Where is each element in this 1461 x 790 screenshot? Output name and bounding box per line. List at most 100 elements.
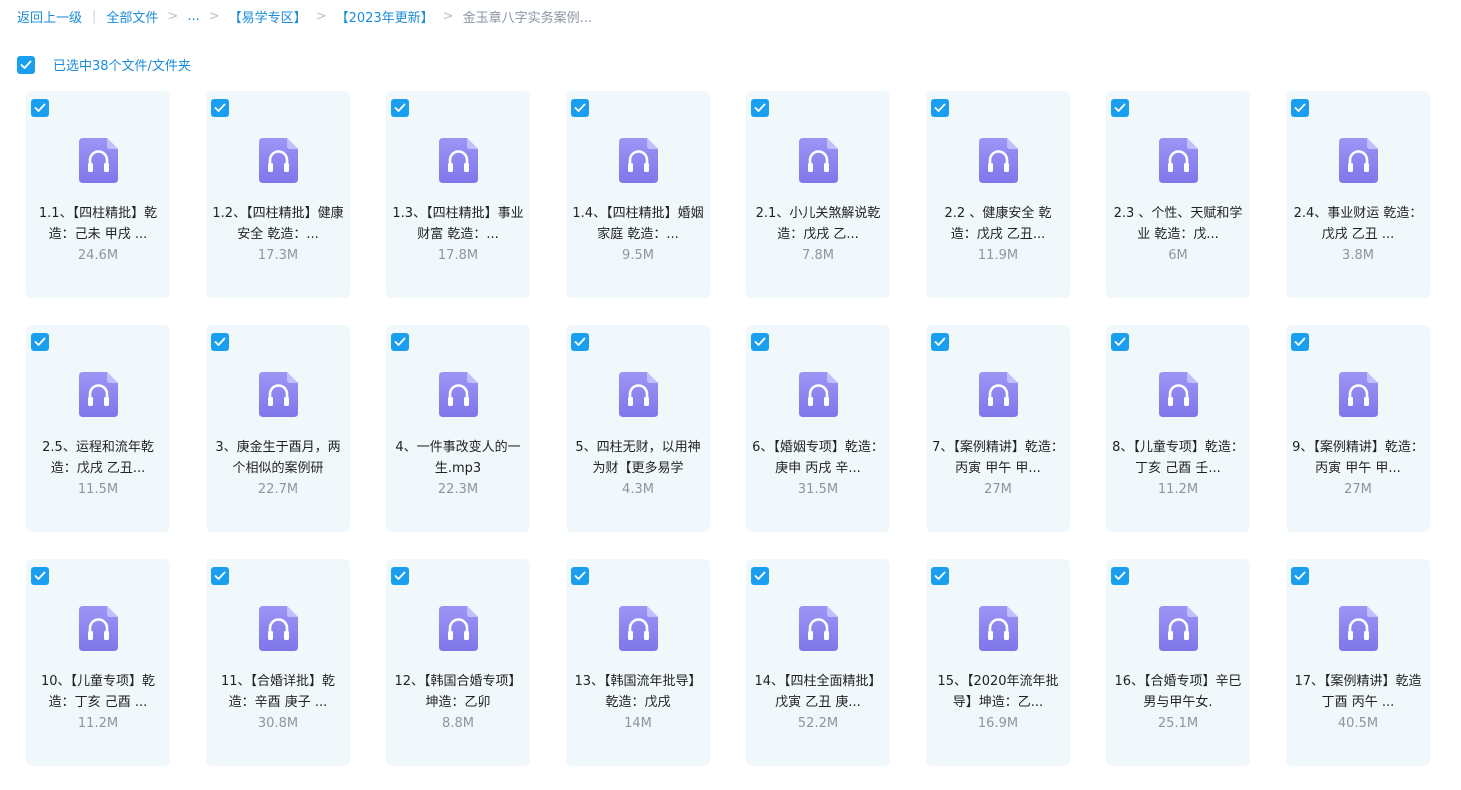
- audio-file-icon: [1339, 138, 1378, 183]
- file-checkbox[interactable]: [1291, 567, 1309, 585]
- file-name: 7、【案例精讲】乾造：丙寅 甲午 甲...: [932, 440, 1064, 476]
- audio-file-icon: [259, 372, 298, 417]
- audio-file-icon: [259, 606, 298, 651]
- file-card[interactable]: 2.3 、个性、天赋和学业 乾造：戊... 6M: [1106, 91, 1250, 298]
- file-card[interactable]: 12、【韩国合婚专项】坤造：乙卯 8.8M: [386, 559, 530, 766]
- audio-file-icon: [799, 606, 838, 651]
- audio-file-icon: [979, 606, 1018, 651]
- audio-file-icon: [619, 372, 658, 417]
- file-name: 3、庚金生于酉月，两个相似的案例研: [215, 440, 341, 476]
- file-checkbox[interactable]: [391, 99, 409, 117]
- file-card[interactable]: 9、【案例精讲】乾造：丙寅 甲午 甲... 27M: [1286, 325, 1430, 532]
- file-name: 11、【合婚详批】乾造：辛酉 庚子 ...: [220, 674, 336, 710]
- file-card[interactable]: 4、一件事改变人的一生.mp3 22.3M: [386, 325, 530, 532]
- file-size: 16.9M: [977, 716, 1019, 731]
- file-name: 1.4、【四柱精批】婚姻家庭 乾造：...: [572, 206, 704, 242]
- file-size: 11.9M: [977, 248, 1019, 263]
- file-size: 25.1M: [1157, 716, 1199, 731]
- file-card[interactable]: 5、四柱无财，以用神为财【更多易学 4.3M: [566, 325, 710, 532]
- file-card[interactable]: 17、【案例精讲】乾造 丁酉 丙午 ... 40.5M: [1286, 559, 1430, 766]
- file-checkbox[interactable]: [391, 333, 409, 351]
- file-name: 2.3 、个性、天赋和学业 乾造：戊...: [1113, 206, 1243, 242]
- file-size: 11.2M: [1157, 482, 1199, 497]
- file-card[interactable]: 13、【韩国流年批导】乾造：戊戌 14M: [566, 559, 710, 766]
- file-checkbox[interactable]: [211, 99, 229, 117]
- file-checkbox[interactable]: [751, 567, 769, 585]
- check-icon: [574, 103, 586, 112]
- file-card[interactable]: 3、庚金生于酉月，两个相似的案例研 22.7M: [206, 325, 350, 532]
- file-checkbox[interactable]: [1111, 333, 1129, 351]
- check-icon: [1114, 571, 1126, 580]
- file-card[interactable]: 14、【四柱全面精批】戊寅 乙丑 庚... 52.2M: [746, 559, 890, 766]
- file-checkbox[interactable]: [31, 333, 49, 351]
- audio-file-icon: [619, 606, 658, 651]
- file-card[interactable]: 15、【2020年流年批导】坤造：乙... 16.9M: [926, 559, 1070, 766]
- file-size: 9.5M: [622, 248, 654, 263]
- file-checkbox[interactable]: [1111, 99, 1129, 117]
- check-icon: [754, 571, 766, 580]
- file-size: 17.8M: [437, 248, 479, 263]
- back-link[interactable]: 返回上一级: [17, 7, 82, 26]
- check-icon: [754, 103, 766, 112]
- file-checkbox[interactable]: [1111, 567, 1129, 585]
- file-card[interactable]: 6、【婚姻专项】乾造：庚申 丙戌 辛... 31.5M: [746, 325, 890, 532]
- file-checkbox[interactable]: [571, 99, 589, 117]
- check-icon: [214, 103, 226, 112]
- file-card[interactable]: 2.4、事业财运 乾造：戊戌 乙丑 ... 3.8M: [1286, 91, 1430, 298]
- file-checkbox[interactable]: [751, 99, 769, 117]
- file-card[interactable]: 7、【案例精讲】乾造：丙寅 甲午 甲... 27M: [926, 325, 1070, 532]
- file-checkbox[interactable]: [931, 567, 949, 585]
- file-checkbox[interactable]: [1291, 333, 1309, 351]
- file-checkbox[interactable]: [391, 567, 409, 585]
- check-icon: [34, 103, 46, 112]
- audio-file-icon: [79, 372, 118, 417]
- file-card[interactable]: 1.2、【四柱精批】健康安全 乾造：... 17.3M: [206, 91, 350, 298]
- file-card[interactable]: 2.5、运程和流年乾造：戊戌 乙丑... 11.5M: [26, 325, 170, 532]
- file-checkbox[interactable]: [211, 333, 229, 351]
- file-card[interactable]: 2.1、小儿关煞解说乾造：戊戌 乙... 7.8M: [746, 91, 890, 298]
- check-icon: [34, 571, 46, 580]
- file-name: 2.1、小儿关煞解说乾造：戊戌 乙...: [755, 206, 881, 242]
- file-name: 2.4、事业财运 乾造：戊戌 乙丑 ...: [1293, 206, 1423, 242]
- file-size: 22.7M: [257, 482, 299, 497]
- file-card[interactable]: 8、【儿童专项】乾造：丁亥 己酉 壬... 11.2M: [1106, 325, 1250, 532]
- breadcrumb-current: 金玉章八字实务案例...: [462, 10, 592, 26]
- file-checkbox[interactable]: [31, 99, 49, 117]
- file-card[interactable]: 11、【合婚详批】乾造：辛酉 庚子 ... 30.8M: [206, 559, 350, 766]
- chevron-right-icon: >: [208, 8, 220, 24]
- breadcrumb-root[interactable]: 全部文件: [106, 7, 158, 26]
- audio-file-icon: [79, 606, 118, 651]
- file-name: 1.2、【四柱精批】健康安全 乾造：...: [212, 206, 344, 242]
- file-size: 27M: [984, 482, 1012, 497]
- file-name: 1.1、【四柱精批】乾造：己未 甲戌 ...: [38, 206, 158, 242]
- file-checkbox[interactable]: [931, 99, 949, 117]
- file-size: 17.3M: [257, 248, 299, 263]
- breadcrumb-level2[interactable]: 【2023年更新】: [336, 7, 434, 26]
- audio-file-icon: [979, 372, 1018, 417]
- file-card[interactable]: 1.3、【四柱精批】事业财富 乾造：... 17.8M: [386, 91, 530, 298]
- breadcrumb: 返回上一级 | 全部文件 > ... > 【易学专区】 > 【2023年更新】 …: [17, 6, 592, 26]
- file-name: 16、【合婚专项】辛巳男与甲午女.: [1114, 674, 1242, 710]
- file-card[interactable]: 16、【合婚专项】辛巳男与甲午女. 25.1M: [1106, 559, 1250, 766]
- file-size: 14M: [624, 716, 652, 731]
- breadcrumb-level1[interactable]: 【易学专区】: [229, 7, 307, 26]
- file-checkbox[interactable]: [931, 333, 949, 351]
- selection-count: 已选中38个文件/文件夹: [53, 59, 191, 74]
- check-icon: [1294, 571, 1306, 580]
- file-card[interactable]: 2.2 、健康安全 乾造：戊戌 乙丑... 11.9M: [926, 91, 1070, 298]
- check-icon: [1294, 337, 1306, 346]
- file-checkbox[interactable]: [751, 333, 769, 351]
- breadcrumb-ellipsis[interactable]: ...: [187, 9, 199, 24]
- file-name: 6、【婚姻专项】乾造：庚申 丙戌 辛...: [752, 440, 884, 476]
- select-all-checkbox[interactable]: [17, 55, 35, 74]
- file-card[interactable]: 1.1、【四柱精批】乾造：己未 甲戌 ... 24.6M: [26, 91, 170, 298]
- file-checkbox[interactable]: [571, 333, 589, 351]
- file-card[interactable]: 1.4、【四柱精批】婚姻家庭 乾造：... 9.5M: [566, 91, 710, 298]
- file-checkbox[interactable]: [31, 567, 49, 585]
- chevron-right-icon: >: [442, 8, 454, 24]
- file-card[interactable]: 10、【儿童专项】乾造：丁亥 己酉 ... 11.2M: [26, 559, 170, 766]
- file-checkbox[interactable]: [571, 567, 589, 585]
- file-checkbox[interactable]: [211, 567, 229, 585]
- file-checkbox[interactable]: [1291, 99, 1309, 117]
- audio-file-icon: [1159, 372, 1198, 417]
